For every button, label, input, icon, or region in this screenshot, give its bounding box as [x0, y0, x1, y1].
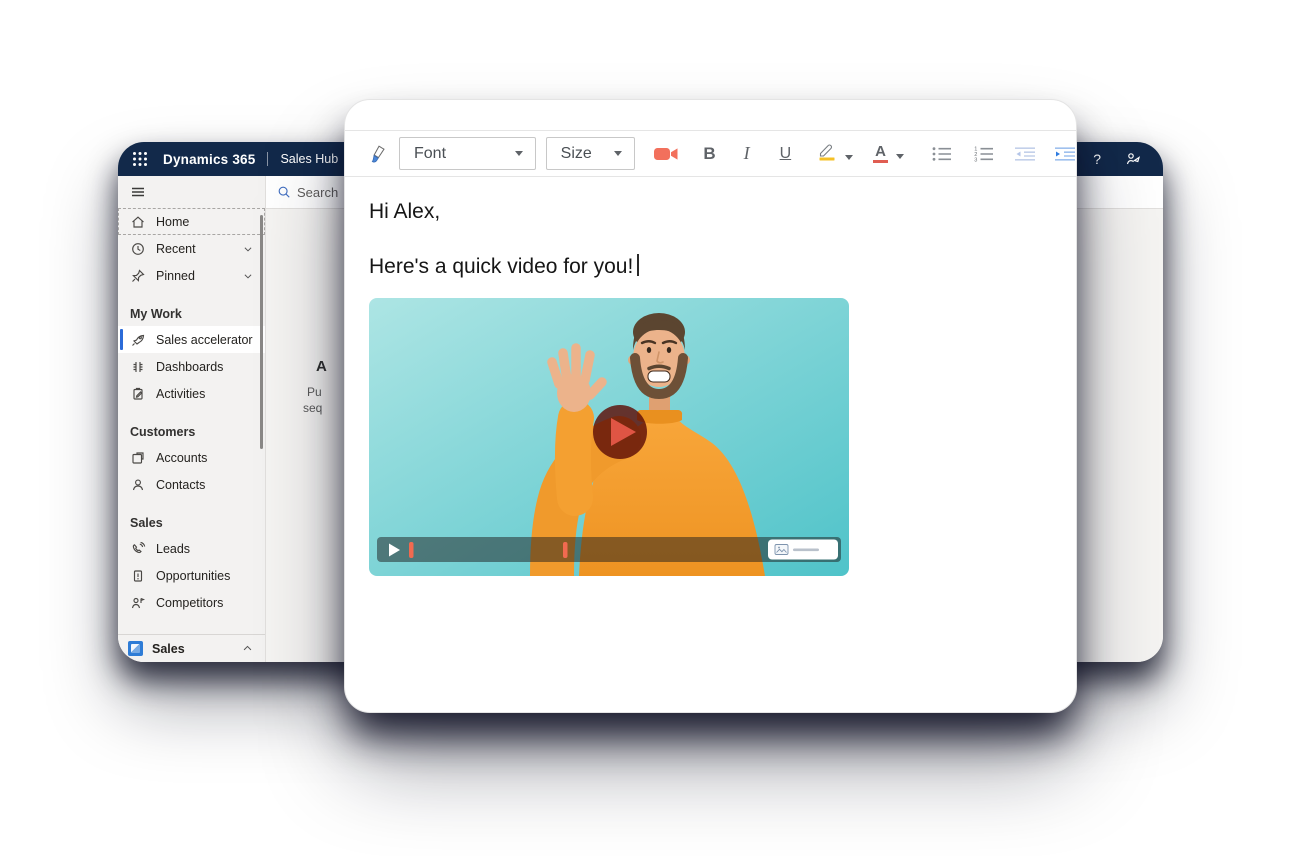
dashboard-icon — [130, 359, 146, 375]
sidebar-item-accounts[interactable]: Accounts — [118, 444, 265, 471]
sidebar-scrollbar[interactable] — [260, 215, 263, 449]
email-body-editor[interactable]: Hi Alex, Here's a quick video for you! — [345, 178, 1076, 712]
sidebar-item-sales-accelerator[interactable]: Sales accelerator — [118, 326, 265, 353]
sidebar-item-contacts[interactable]: Contacts — [118, 471, 265, 498]
video-player[interactable] — [369, 298, 849, 576]
chevron-down-icon — [515, 151, 523, 156]
assistant-icon[interactable] — [1125, 151, 1141, 167]
chevron-down-icon — [243, 244, 253, 254]
video-control-bar — [377, 537, 841, 562]
underline-button[interactable]: U — [780, 145, 792, 163]
numbered-list-button[interactable]: 1 2 3 — [974, 146, 994, 162]
email-composer-card: Font Size B I U — [344, 99, 1077, 713]
sidebar-section-title: Customers — [118, 420, 265, 444]
increase-indent-button[interactable] — [1054, 146, 1076, 162]
sidebar-section-title: My Work — [118, 302, 265, 326]
hamburger-button[interactable] — [118, 176, 265, 208]
pin-icon — [130, 268, 146, 284]
decrease-indent-button[interactable] — [1014, 146, 1036, 162]
search-icon — [277, 185, 291, 199]
hidden-page-text-fragment: seq — [303, 401, 322, 415]
timeline-marker — [409, 542, 414, 558]
home-icon — [130, 214, 146, 230]
italic-button[interactable]: I — [744, 143, 750, 164]
insert-video-button[interactable] — [653, 145, 679, 163]
phone-icon — [130, 541, 146, 557]
sidebar-item-activities[interactable]: Activities — [118, 380, 265, 407]
bold-button[interactable]: B — [703, 144, 715, 164]
person-icon — [130, 477, 146, 493]
highlighter-icon — [817, 141, 837, 166]
play-overlay-button — [593, 405, 647, 459]
bullet-list-button[interactable] — [932, 146, 952, 162]
editor-toolbar: Font Size B I U — [345, 130, 1076, 177]
chevron-down-icon — [845, 155, 853, 160]
opportunity-icon — [130, 568, 146, 584]
font-family-dropdown[interactable]: Font — [399, 137, 536, 170]
app-name[interactable]: Sales Hub — [280, 152, 338, 166]
sales-area-icon — [128, 641, 143, 656]
brand-title[interactable]: Dynamics 365 — [163, 152, 255, 167]
area-switcher[interactable]: Sales — [118, 634, 265, 662]
sidebar-item-opportunities[interactable]: Opportunities — [118, 562, 265, 589]
hidden-page-text-fragment: Pu — [307, 385, 322, 399]
body-line-1: Hi Alex, — [369, 198, 1076, 226]
chevron-down-icon — [896, 154, 904, 159]
timeline-marker — [563, 542, 568, 558]
desktop: Dynamics 365 Sales Hub ? — [0, 0, 1300, 856]
sidebar-item-pinned[interactable]: Pinned — [118, 262, 265, 289]
waffle-menu-icon[interactable] — [132, 151, 148, 167]
selected-indicator — [120, 329, 123, 350]
sidebar-item-home[interactable]: Home — [118, 208, 265, 235]
header-divider — [267, 152, 268, 166]
sidebar-item-competitors[interactable]: Competitors — [118, 589, 265, 616]
sidebar-section-title: Sales — [118, 511, 265, 535]
font-color-icon: A — [873, 144, 888, 163]
font-color-button[interactable]: A — [873, 144, 904, 163]
search-placeholder: Search — [297, 185, 338, 200]
clock-icon — [130, 241, 146, 257]
sidebar: Home Recent Pinned My Work — [118, 176, 266, 662]
body-line-2: Here's a quick video for you! — [369, 253, 1076, 281]
help-icon[interactable]: ? — [1093, 151, 1101, 167]
font-size-dropdown[interactable]: Size — [546, 137, 636, 170]
format-painter-button[interactable] — [367, 144, 387, 164]
sidebar-item-dashboards[interactable]: Dashboards — [118, 353, 265, 380]
sidebar-item-recent[interactable]: Recent — [118, 235, 265, 262]
sidebar-item-leads[interactable]: Leads — [118, 535, 265, 562]
accounts-icon — [130, 450, 146, 466]
thumbnail-chip — [768, 540, 838, 560]
rocket-icon — [130, 332, 146, 348]
people-icon — [130, 595, 146, 611]
chevron-up-icon — [242, 643, 253, 654]
text-cursor — [637, 254, 639, 276]
clipboard-icon — [130, 386, 146, 402]
chevron-down-icon — [243, 271, 253, 281]
svg-text:3: 3 — [974, 157, 977, 162]
highlight-color-button[interactable] — [817, 141, 853, 166]
hidden-page-heading-fragment: A — [316, 358, 327, 375]
chevron-down-icon — [614, 151, 622, 156]
